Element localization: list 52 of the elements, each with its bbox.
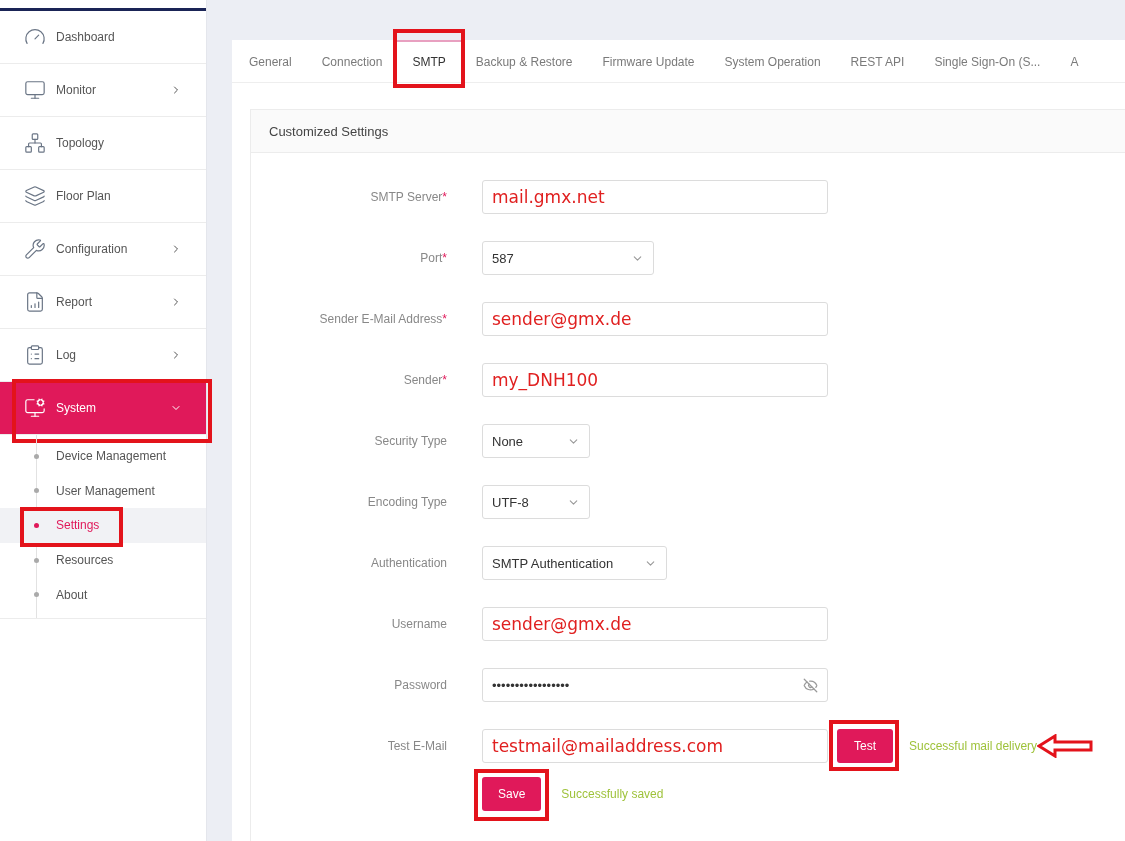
tab[interactable]: Firmware Update bbox=[587, 40, 710, 82]
layers-icon bbox=[24, 185, 46, 207]
submenu-item[interactable]: Settings bbox=[0, 508, 206, 543]
field-label: Test E-Mail bbox=[387, 739, 447, 753]
tab[interactable]: Backup & Restore bbox=[460, 40, 588, 82]
field-label: SMTP Server bbox=[370, 190, 443, 204]
tab[interactable]: General bbox=[234, 40, 307, 82]
clipboard-icon bbox=[24, 344, 46, 366]
submenu-item[interactable]: Resources bbox=[0, 542, 206, 578]
sidebar-item[interactable]: System bbox=[0, 382, 206, 435]
field-label: Sender E-Mail Address bbox=[319, 312, 443, 326]
tab[interactable]: Single Sign-On (S... bbox=[919, 40, 1056, 82]
field-label: Port bbox=[420, 251, 443, 265]
field-label: Sender bbox=[403, 373, 443, 387]
monitor-icon bbox=[24, 79, 46, 101]
tab[interactable]: REST API bbox=[835, 40, 920, 82]
status-message: Successful mail delivery bbox=[909, 739, 1038, 753]
eye-off-icon[interactable] bbox=[803, 677, 818, 693]
required-mark: * bbox=[442, 251, 447, 265]
test-button[interactable]: Test bbox=[837, 729, 893, 763]
submenu-item[interactable]: Device Management bbox=[0, 439, 206, 474]
select-field[interactable]: UTF-8 bbox=[482, 485, 590, 519]
field-label: Authentication bbox=[370, 556, 447, 570]
field-label: Username bbox=[391, 617, 447, 631]
report-icon bbox=[24, 291, 46, 313]
monitor-gear-icon bbox=[24, 397, 46, 419]
text-field[interactable]: mail.gmx.net bbox=[482, 180, 828, 214]
card-title: Customized Settings bbox=[251, 110, 1125, 153]
status-message: Successfully saved bbox=[561, 787, 664, 801]
tools-icon bbox=[24, 238, 46, 260]
field-label: Security Type bbox=[374, 434, 447, 448]
password-field[interactable]: ••••••••••••••••• bbox=[482, 668, 828, 702]
select-field[interactable]: None bbox=[482, 424, 590, 458]
required-mark: * bbox=[442, 312, 447, 326]
submenu-item[interactable]: User Management bbox=[0, 473, 206, 509]
select-field[interactable]: SMTP Authentication bbox=[482, 546, 667, 580]
email-field[interactable]: testmail@mailaddress.com bbox=[482, 729, 828, 763]
submenu-item[interactable]: About bbox=[0, 577, 206, 612]
field-label: Encoding Type bbox=[367, 495, 447, 509]
text-field[interactable]: my_DNH100 bbox=[482, 363, 828, 397]
tab[interactable]: A bbox=[1055, 40, 1094, 82]
tab[interactable]: Connection bbox=[306, 40, 398, 82]
required-mark: * bbox=[442, 190, 447, 204]
field-label: Password bbox=[394, 678, 447, 692]
tab[interactable]: SMTP bbox=[397, 40, 461, 82]
select-field[interactable]: 587 bbox=[482, 241, 654, 275]
required-mark: * bbox=[442, 373, 447, 387]
tab[interactable]: System Operation bbox=[709, 40, 836, 82]
network-icon bbox=[24, 132, 46, 154]
text-field[interactable]: sender@gmx.de bbox=[482, 607, 828, 641]
save-button[interactable]: Save bbox=[482, 777, 542, 811]
text-field[interactable]: sender@gmx.de bbox=[482, 302, 828, 336]
